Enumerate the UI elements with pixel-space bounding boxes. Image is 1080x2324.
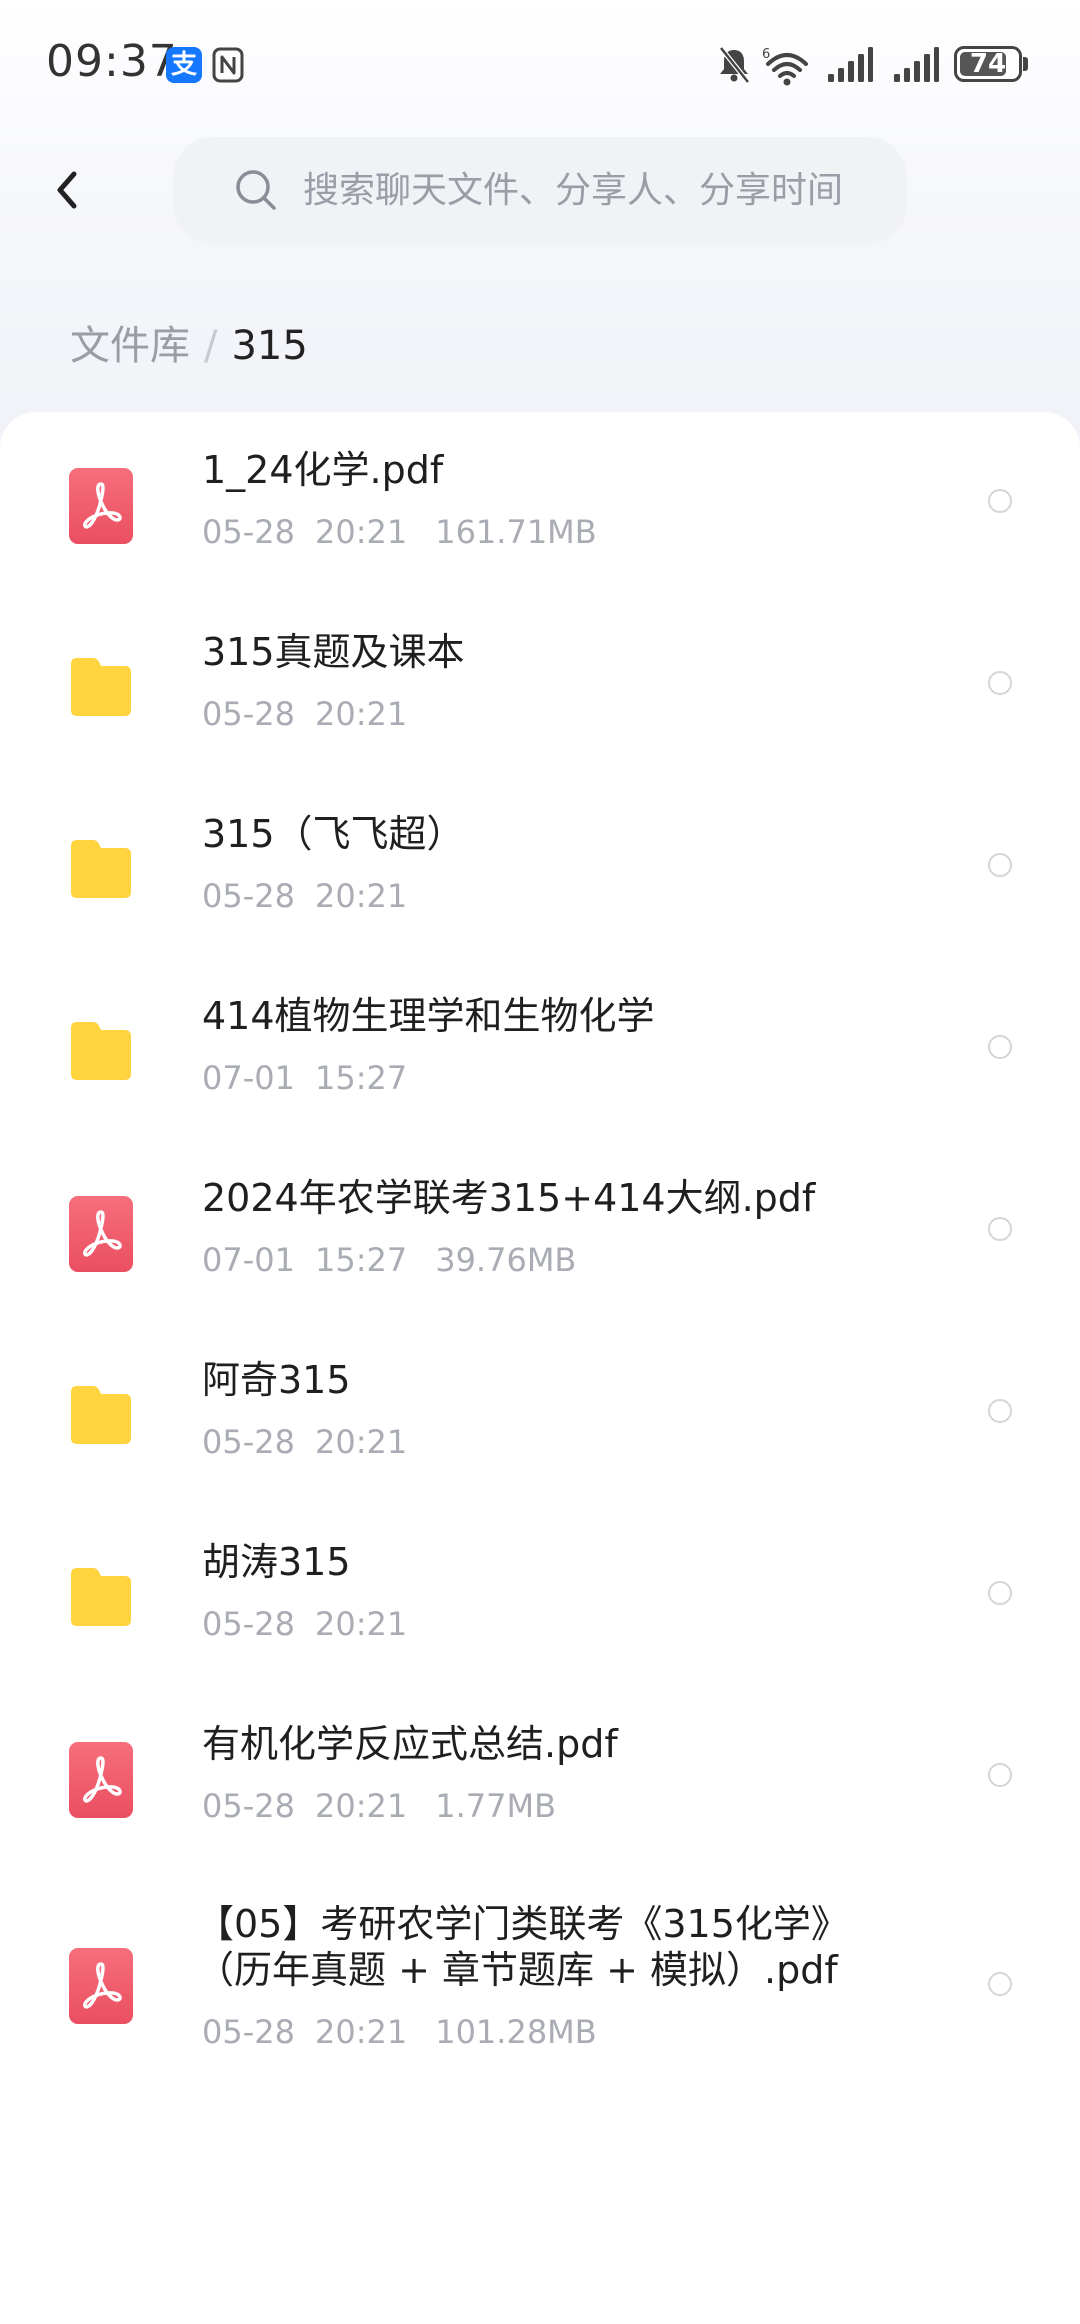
nfc-icon bbox=[212, 47, 244, 83]
file-row-pdf[interactable]: 2024年农学联考315+414大纲.pdf 07-01 15:27 39.76MB bbox=[0, 1140, 1080, 1322]
select-radio[interactable] bbox=[988, 1581, 1012, 1605]
file-meta: 05-28 20:21 bbox=[202, 1604, 407, 1644]
battery-level: 74 bbox=[969, 49, 1007, 79]
select-radio[interactable] bbox=[988, 671, 1012, 695]
file-date: 07-01 bbox=[202, 1241, 295, 1279]
file-name: 414植物生理学和生物化学 bbox=[202, 994, 655, 1038]
file-row-pdf[interactable]: 【05】考研农学门类联考《315化学》 （历年真题 + 章节题库 + 模拟）.p… bbox=[0, 1868, 1080, 2098]
file-size: 1.77MB bbox=[435, 1787, 557, 1825]
file-meta: 07-01 15:27 bbox=[202, 1058, 407, 1098]
file-name-line-1: 【05】考研农学门类联考《315化学》 bbox=[196, 1902, 849, 1946]
search-icon bbox=[233, 167, 279, 213]
file-row-folder[interactable]: 414植物生理学和生物化学 07-01 15:27 bbox=[0, 958, 1080, 1140]
select-radio[interactable] bbox=[988, 1972, 1012, 1996]
file-time: 20:21 bbox=[314, 1423, 408, 1461]
file-date: 05-28 bbox=[202, 1605, 295, 1643]
file-size: 161.71MB bbox=[435, 513, 597, 551]
file-time: 15:27 bbox=[314, 1241, 408, 1279]
pdf-file-icon bbox=[69, 468, 133, 544]
file-time: 20:21 bbox=[314, 877, 408, 915]
select-radio[interactable] bbox=[988, 1399, 1012, 1423]
file-meta: 05-28 20:21 101.28MB bbox=[202, 2012, 597, 2052]
select-radio[interactable] bbox=[988, 1763, 1012, 1787]
folder-icon bbox=[69, 1016, 133, 1092]
status-bar: 09:37 支 6 74 bbox=[0, 0, 1080, 130]
file-time: 20:21 bbox=[314, 2013, 408, 2051]
file-size: 101.28MB bbox=[435, 2013, 597, 2051]
file-date: 05-28 bbox=[202, 1423, 295, 1461]
breadcrumb-current: 315 bbox=[231, 323, 308, 369]
file-date: 05-28 bbox=[202, 513, 295, 551]
battery-icon: 74 bbox=[954, 46, 1022, 82]
folder-icon bbox=[69, 1562, 133, 1638]
file-row-folder[interactable]: 胡涛315 05-28 20:21 bbox=[0, 1504, 1080, 1686]
file-name: 胡涛315 bbox=[202, 1540, 351, 1584]
file-size: 39.76MB bbox=[435, 1241, 577, 1279]
file-time: 15:27 bbox=[314, 1059, 408, 1097]
chevron-left-icon bbox=[57, 171, 77, 209]
select-radio[interactable] bbox=[988, 489, 1012, 513]
file-name: 315真题及课本 bbox=[202, 630, 465, 674]
select-radio[interactable] bbox=[988, 853, 1012, 877]
file-name: 阿奇315 bbox=[202, 1358, 351, 1402]
file-date: 05-28 bbox=[202, 1787, 295, 1825]
file-time: 20:21 bbox=[314, 1605, 408, 1643]
file-meta: 07-01 15:27 39.76MB bbox=[202, 1240, 576, 1280]
file-library-screen: 09:37 支 6 74 搜索聊天文件、分享人、分享时间 文件库 / 315 1… bbox=[0, 0, 1080, 2324]
pdf-file-icon bbox=[69, 1196, 133, 1272]
battery-nub bbox=[1023, 57, 1028, 71]
file-list: 1_24化学.pdf 05-28 20:21 161.71MB 315真题及课本 0… bbox=[0, 412, 1080, 2324]
search-bar[interactable] bbox=[173, 137, 907, 244]
file-name: 315（飞飞超） bbox=[202, 812, 465, 856]
file-meta: 05-28 20:21 1.77MB bbox=[202, 1786, 556, 1826]
pdf-file-icon bbox=[69, 1742, 133, 1818]
mute-icon bbox=[716, 42, 752, 88]
alipay-icon: 支 bbox=[166, 47, 202, 83]
folder-icon bbox=[69, 834, 133, 910]
file-date: 05-28 bbox=[202, 695, 295, 733]
pdf-file-icon bbox=[69, 1948, 133, 2024]
select-radio[interactable] bbox=[988, 1035, 1012, 1059]
select-radio[interactable] bbox=[988, 1217, 1012, 1241]
back-button[interactable] bbox=[40, 160, 100, 220]
file-row-folder[interactable]: 315（飞飞超） 05-28 20:21 bbox=[0, 776, 1080, 958]
svg-text:6: 6 bbox=[762, 47, 770, 62]
wifi-icon: 6 bbox=[762, 42, 812, 88]
signal-icon bbox=[892, 42, 940, 88]
file-name: 1_24化学.pdf bbox=[202, 448, 444, 492]
file-time: 20:21 bbox=[314, 695, 408, 733]
breadcrumb-separator: / bbox=[204, 323, 218, 369]
file-meta: 05-28 20:21 bbox=[202, 694, 407, 734]
file-name: 2024年农学联考315+414大纲.pdf bbox=[202, 1176, 816, 1220]
file-date: 05-28 bbox=[202, 2013, 295, 2051]
file-date: 05-28 bbox=[202, 877, 295, 915]
file-row-pdf[interactable]: 有机化学反应式总结.pdf 05-28 20:21 1.77MB bbox=[0, 1686, 1080, 1868]
file-time: 20:21 bbox=[314, 513, 408, 551]
file-row-folder[interactable]: 阿奇315 05-28 20:21 bbox=[0, 1322, 1080, 1504]
folder-icon bbox=[69, 652, 133, 728]
file-meta: 05-28 20:21 161.71MB bbox=[202, 512, 597, 552]
file-row-pdf[interactable]: 1_24化学.pdf 05-28 20:21 161.71MB bbox=[0, 412, 1080, 594]
file-meta: 05-28 20:21 bbox=[202, 1422, 407, 1462]
file-date: 07-01 bbox=[202, 1059, 295, 1097]
breadcrumb: 文件库 / 315 bbox=[70, 318, 308, 374]
status-time: 09:37 bbox=[46, 36, 178, 87]
folder-icon bbox=[69, 1380, 133, 1456]
breadcrumb-root[interactable]: 文件库 bbox=[70, 323, 190, 369]
file-row-folder[interactable]: 315真题及课本 05-28 20:21 bbox=[0, 594, 1080, 776]
signal-icon bbox=[826, 42, 874, 88]
search-input[interactable] bbox=[303, 137, 903, 244]
file-time: 20:21 bbox=[314, 1787, 408, 1825]
file-name: 有机化学反应式总结.pdf bbox=[202, 1722, 618, 1766]
file-name-line-2: （历年真题 + 章节题库 + 模拟）.pdf bbox=[196, 1948, 838, 1992]
file-meta: 05-28 20:21 bbox=[202, 876, 407, 916]
